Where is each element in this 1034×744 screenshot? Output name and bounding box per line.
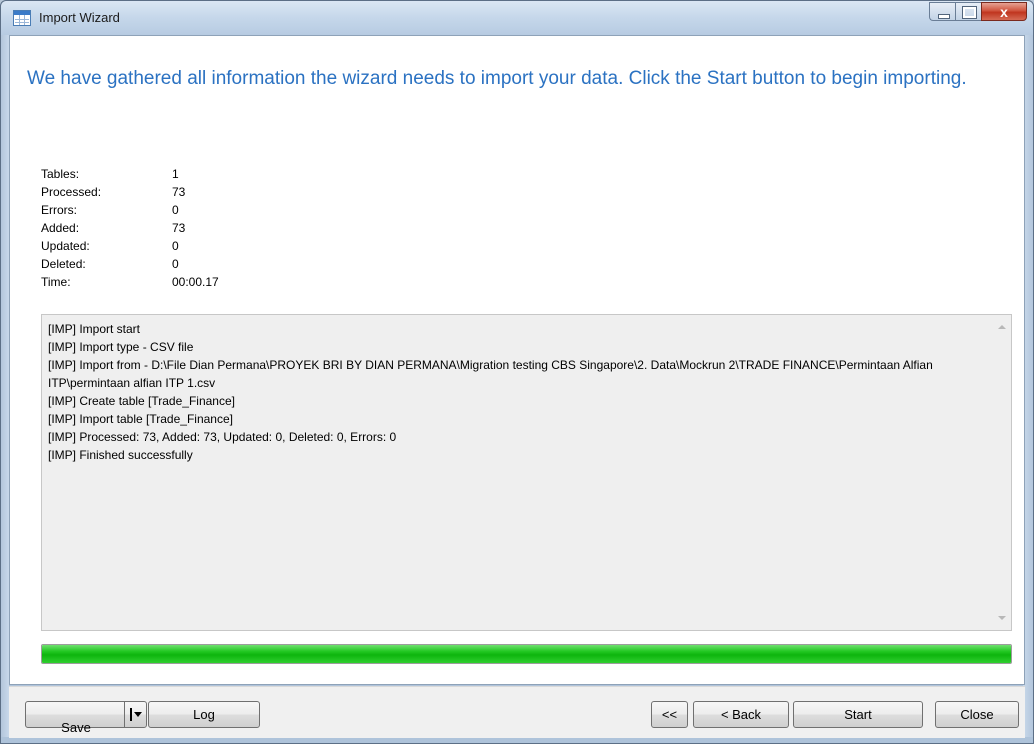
stat-row: Deleted: 0	[41, 255, 219, 273]
table-grid-icon	[13, 10, 31, 26]
start-button[interactable]: Start	[793, 701, 923, 728]
window-frame-left	[1, 35, 9, 737]
button-bar: Save Log << < Back Start Close	[9, 686, 1025, 738]
stat-value: 0	[172, 257, 179, 271]
close-icon[interactable]: x	[981, 2, 1027, 21]
import-progress-bar	[41, 644, 1012, 664]
save-button-label: Save	[61, 719, 91, 735]
title-bar[interactable]: Import Wizard x	[1, 1, 1033, 35]
stat-row: Processed: 73	[41, 183, 219, 201]
stat-label: Errors:	[41, 203, 77, 217]
first-page-button[interactable]: <<	[651, 701, 688, 728]
stat-label: Updated:	[41, 239, 90, 253]
log-button[interactable]: Log	[148, 701, 260, 728]
stat-label: Added:	[41, 221, 80, 235]
stat-value: 73	[172, 221, 186, 235]
stat-value: 73	[172, 185, 186, 199]
stat-value: 1	[172, 167, 179, 181]
window-title: Import Wizard	[39, 10, 120, 25]
dropdown-arrow-icon[interactable]	[124, 702, 146, 727]
log-line: [IMP] Import start	[48, 322, 141, 336]
scroll-down-icon[interactable]	[998, 616, 1006, 620]
stat-label: Deleted:	[41, 257, 86, 271]
stat-label: Processed:	[41, 185, 102, 199]
log-line: [IMP] Finished successfully	[48, 448, 193, 462]
stat-row: Updated: 0	[41, 237, 219, 255]
log-line: [IMP] Import table [Trade_Finance]	[48, 412, 233, 426]
close-button[interactable]: Close	[935, 701, 1019, 728]
stat-row: Tables: 1	[41, 165, 219, 183]
stat-row: Added: 73	[41, 219, 219, 237]
back-button[interactable]: < Back	[693, 701, 789, 728]
save-button[interactable]: Save	[25, 701, 147, 735]
log-line: [IMP] Import type - CSV file	[48, 340, 194, 354]
log-line: [IMP] Processed: 73, Added: 73, Updated:…	[48, 430, 397, 444]
caption-buttons: x	[929, 2, 1027, 22]
stat-value: 00:00.17	[172, 275, 219, 289]
log-scrollbar[interactable]	[994, 315, 1011, 630]
maximize-icon[interactable]	[955, 2, 981, 21]
import-wizard-window: Import Wizard x We have gathered all inf…	[0, 0, 1034, 744]
log-line: [IMP] Create table [Trade_Finance]	[48, 394, 235, 408]
stat-label: Time:	[41, 275, 71, 289]
scroll-up-icon[interactable]	[998, 325, 1006, 329]
progress-fill	[42, 645, 1011, 663]
import-log[interactable]: [IMP] Import start [IMP] Import type - CS…	[41, 314, 1012, 631]
import-statistics: Tables: 1 Processed: 73 Errors: 0 Added: 73 Upda…	[41, 165, 219, 291]
minimize-icon[interactable]	[929, 2, 955, 21]
stat-row: Errors: 0	[41, 201, 219, 219]
stat-row: Time: 00:00.17	[41, 273, 219, 291]
stat-value: 0	[172, 203, 179, 217]
log-lines: [IMP] Import start [IMP] Import type - CS…	[48, 320, 988, 464]
log-line: [IMP] Import from - D:\File Dian Permana…	[48, 358, 937, 390]
stat-label: Tables:	[41, 167, 80, 181]
wizard-heading: We have gathered all information the wiz…	[27, 68, 967, 89]
stat-value: 0	[172, 239, 179, 253]
